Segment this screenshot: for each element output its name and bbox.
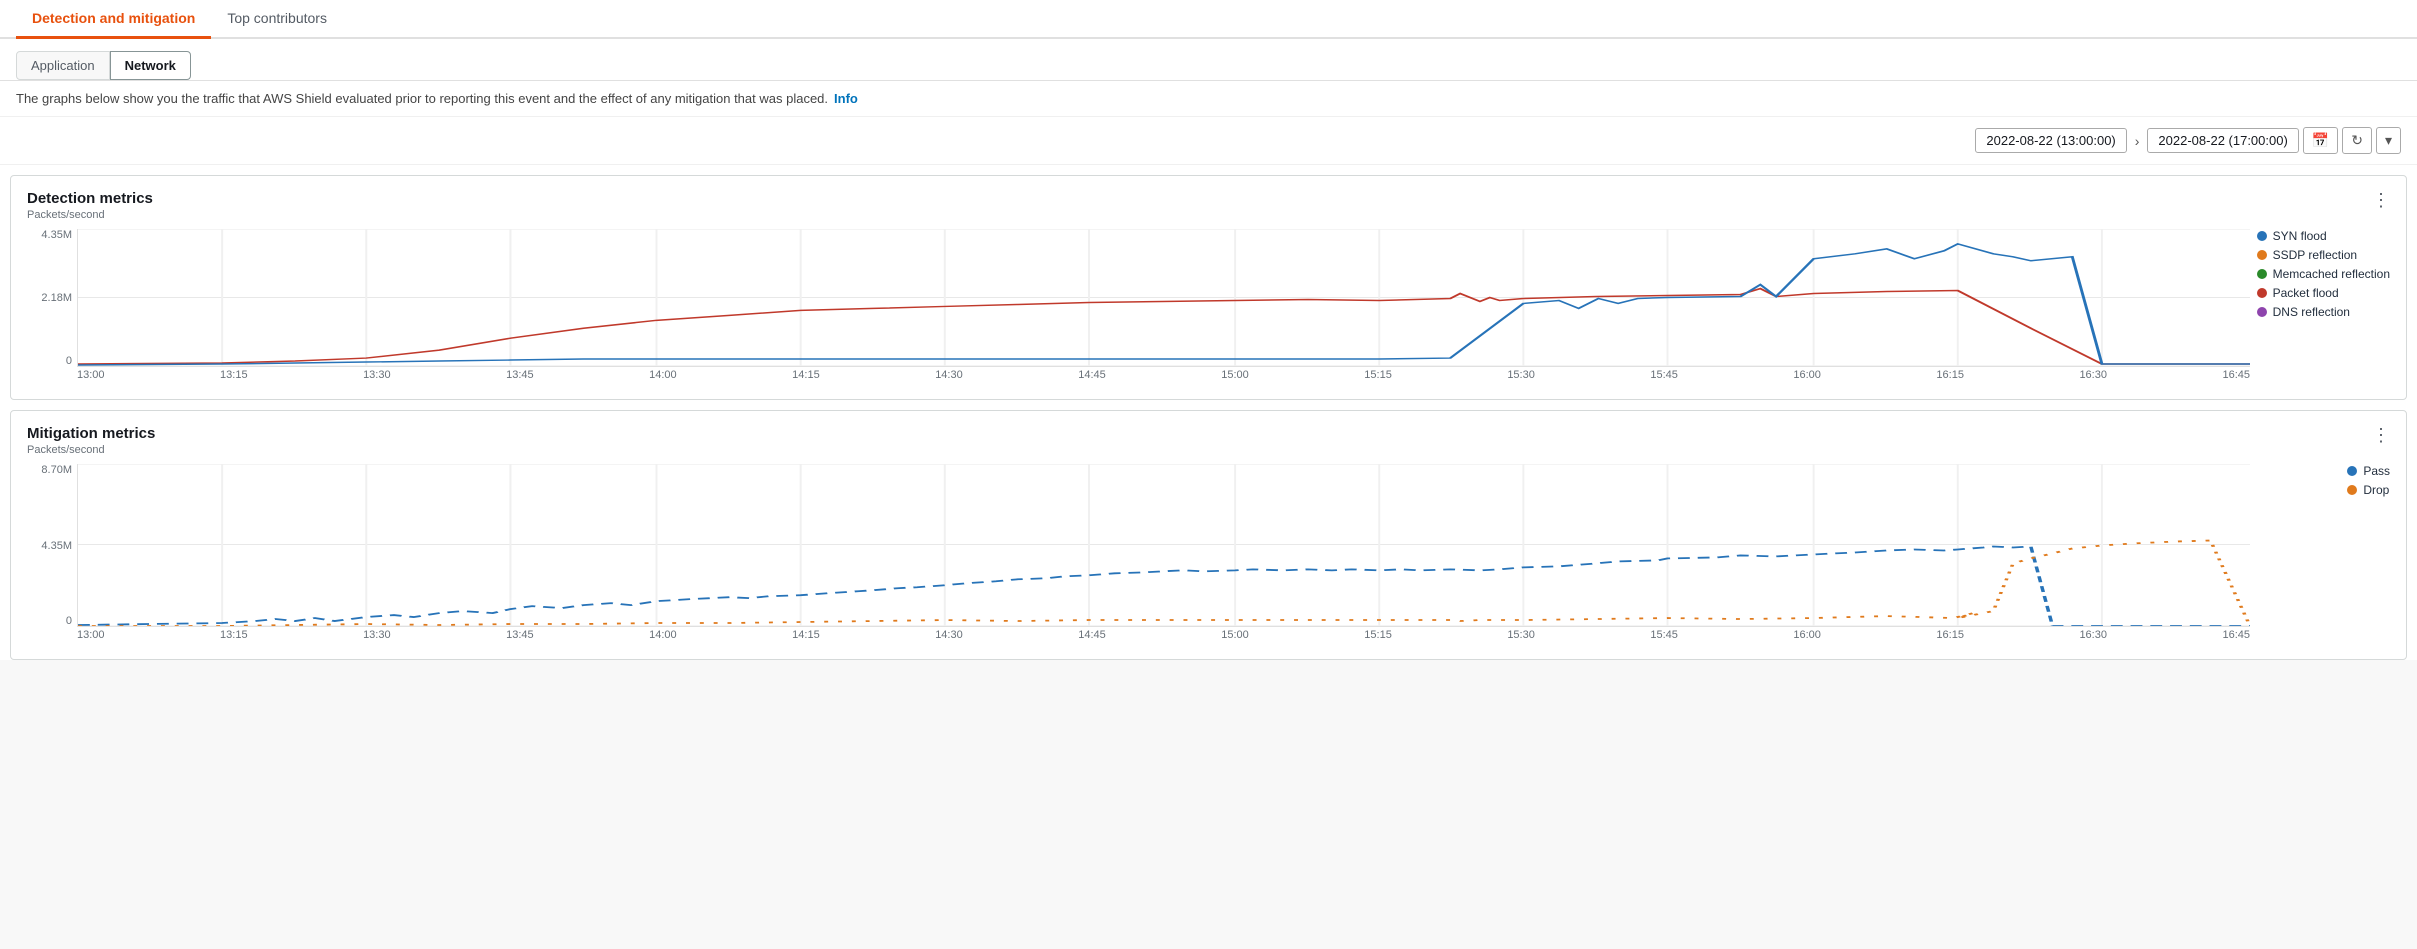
x-label-10: 15:30 bbox=[1507, 369, 1535, 389]
x-label-14: 16:30 bbox=[2079, 369, 2107, 389]
detection-chart-header: Detection metrics Packets/second ⋮ bbox=[27, 190, 2390, 225]
detection-plot bbox=[77, 229, 2250, 367]
my-label-top: 8.70M bbox=[27, 464, 72, 476]
mitigation-chart-menu[interactable]: ⋮ bbox=[2372, 425, 2390, 446]
x-label-1: 13:15 bbox=[220, 369, 248, 389]
mitigation-legend: Pass Drop bbox=[2347, 464, 2390, 497]
mx-label-8: 15:00 bbox=[1221, 629, 1249, 649]
mx-label-9: 15:15 bbox=[1364, 629, 1392, 649]
mx-label-10: 15:30 bbox=[1507, 629, 1535, 649]
detection-chart-menu[interactable]: ⋮ bbox=[2372, 190, 2390, 211]
mitigation-chart-title: Mitigation metrics bbox=[27, 425, 155, 442]
mx-label-5: 14:15 bbox=[792, 629, 820, 649]
x-label-9: 15:15 bbox=[1364, 369, 1392, 389]
date-range-bar: 2022-08-22 (13:00:00) › 2022-08-22 (17:0… bbox=[0, 117, 2417, 165]
tab-detection-mitigation[interactable]: Detection and mitigation bbox=[16, 0, 211, 39]
mx-label-6: 14:30 bbox=[935, 629, 963, 649]
legend-packet-flood: Packet flood bbox=[2257, 286, 2390, 300]
mx-label-2: 13:30 bbox=[363, 629, 391, 649]
mx-label-15: 16:45 bbox=[2222, 629, 2250, 649]
detection-chart-title: Detection metrics bbox=[27, 190, 153, 207]
my-label-mid: 4.35M bbox=[27, 540, 72, 552]
x-label-0: 13:00 bbox=[77, 369, 105, 389]
syn-flood-dot bbox=[2257, 231, 2267, 241]
mx-label-12: 16:00 bbox=[1793, 629, 1821, 649]
x-label-13: 16:15 bbox=[1936, 369, 1964, 389]
date-start[interactable]: 2022-08-22 (13:00:00) bbox=[1975, 128, 2126, 153]
packet-flood-dot bbox=[2257, 288, 2267, 298]
detection-y-axis: 4.35M 2.18M 0 bbox=[27, 229, 72, 367]
y-label-mid: 2.18M bbox=[27, 292, 72, 304]
tab-network[interactable]: Network bbox=[110, 51, 191, 80]
dns-label: DNS reflection bbox=[2273, 305, 2350, 319]
top-tabs: Detection and mitigation Top contributor… bbox=[0, 0, 2417, 39]
mx-label-3: 13:45 bbox=[506, 629, 534, 649]
info-bar: The graphs below show you the traffic th… bbox=[0, 81, 2417, 117]
packet-flood-label: Packet flood bbox=[2273, 286, 2339, 300]
legend-ssdp: SSDP reflection bbox=[2257, 248, 2390, 262]
x-label-11: 15:45 bbox=[1650, 369, 1678, 389]
x-label-3: 13:45 bbox=[506, 369, 534, 389]
ssdp-dot bbox=[2257, 250, 2267, 260]
mx-label-0: 13:00 bbox=[77, 629, 105, 649]
detection-chart-area: 4.35M 2.18M 0 bbox=[27, 229, 2390, 389]
detection-y-label: Packets/second bbox=[27, 209, 153, 221]
y-label-bot: 0 bbox=[27, 355, 72, 367]
x-label-4: 14:00 bbox=[649, 369, 677, 389]
date-arrow-icon: › bbox=[2131, 133, 2144, 149]
mitigation-chart-header: Mitigation metrics Packets/second ⋮ bbox=[27, 425, 2390, 460]
mx-label-14: 16:30 bbox=[2079, 629, 2107, 649]
drop-dot bbox=[2347, 485, 2357, 495]
mx-label-7: 14:45 bbox=[1078, 629, 1106, 649]
mitigation-x-axis: 13:00 13:15 13:30 13:45 14:00 14:15 14:3… bbox=[77, 629, 2250, 649]
pass-label: Pass bbox=[2363, 464, 2390, 478]
tab-application[interactable]: Application bbox=[16, 51, 110, 80]
dns-dot bbox=[2257, 307, 2267, 317]
mitigation-chart-area: 8.70M 4.35M 0 bbox=[27, 464, 2390, 649]
memcached-label: Memcached reflection bbox=[2273, 267, 2390, 281]
drop-label: Drop bbox=[2363, 483, 2389, 497]
legend-drop: Drop bbox=[2347, 483, 2390, 497]
mitigation-y-axis: 8.70M 4.35M 0 bbox=[27, 464, 72, 627]
info-link[interactable]: Info bbox=[834, 91, 858, 106]
pass-dot bbox=[2347, 466, 2357, 476]
mx-label-13: 16:15 bbox=[1936, 629, 1964, 649]
detection-metrics-section: Detection metrics Packets/second ⋮ 4.35M… bbox=[10, 175, 2407, 400]
mx-label-11: 15:45 bbox=[1650, 629, 1678, 649]
my-label-bot: 0 bbox=[27, 615, 72, 627]
dropdown-button[interactable]: ▾ bbox=[2376, 127, 2401, 154]
tab-top-contributors[interactable]: Top contributors bbox=[211, 0, 343, 39]
x-label-15: 16:45 bbox=[2222, 369, 2250, 389]
x-label-6: 14:30 bbox=[935, 369, 963, 389]
mitigation-y-label: Packets/second bbox=[27, 444, 155, 456]
legend-dns: DNS reflection bbox=[2257, 305, 2390, 319]
detection-legend: SYN flood SSDP reflection Memcached refl… bbox=[2257, 229, 2390, 319]
mx-label-1: 13:15 bbox=[220, 629, 248, 649]
x-label-12: 16:00 bbox=[1793, 369, 1821, 389]
sub-tabs: Application Network bbox=[0, 39, 2417, 81]
mx-label-4: 14:00 bbox=[649, 629, 677, 649]
mitigation-plot bbox=[77, 464, 2250, 627]
date-end[interactable]: 2022-08-22 (17:00:00) bbox=[2147, 128, 2298, 153]
syn-flood-label: SYN flood bbox=[2273, 229, 2327, 243]
x-label-7: 14:45 bbox=[1078, 369, 1106, 389]
calendar-icon-button[interactable]: 📅 bbox=[2303, 127, 2338, 154]
x-label-8: 15:00 bbox=[1221, 369, 1249, 389]
legend-pass: Pass bbox=[2347, 464, 2390, 478]
detection-x-axis: 13:00 13:15 13:30 13:45 14:00 14:15 14:3… bbox=[77, 369, 2250, 389]
info-text: The graphs below show you the traffic th… bbox=[16, 91, 828, 106]
memcached-dot bbox=[2257, 269, 2267, 279]
legend-syn-flood: SYN flood bbox=[2257, 229, 2390, 243]
ssdp-label: SSDP reflection bbox=[2273, 248, 2358, 262]
refresh-button[interactable]: ↻ bbox=[2342, 127, 2372, 154]
x-label-5: 14:15 bbox=[792, 369, 820, 389]
y-label-top: 4.35M bbox=[27, 229, 72, 241]
mitigation-metrics-section: Mitigation metrics Packets/second ⋮ 8.70… bbox=[10, 410, 2407, 660]
x-label-2: 13:30 bbox=[363, 369, 391, 389]
legend-memcached: Memcached reflection bbox=[2257, 267, 2390, 281]
